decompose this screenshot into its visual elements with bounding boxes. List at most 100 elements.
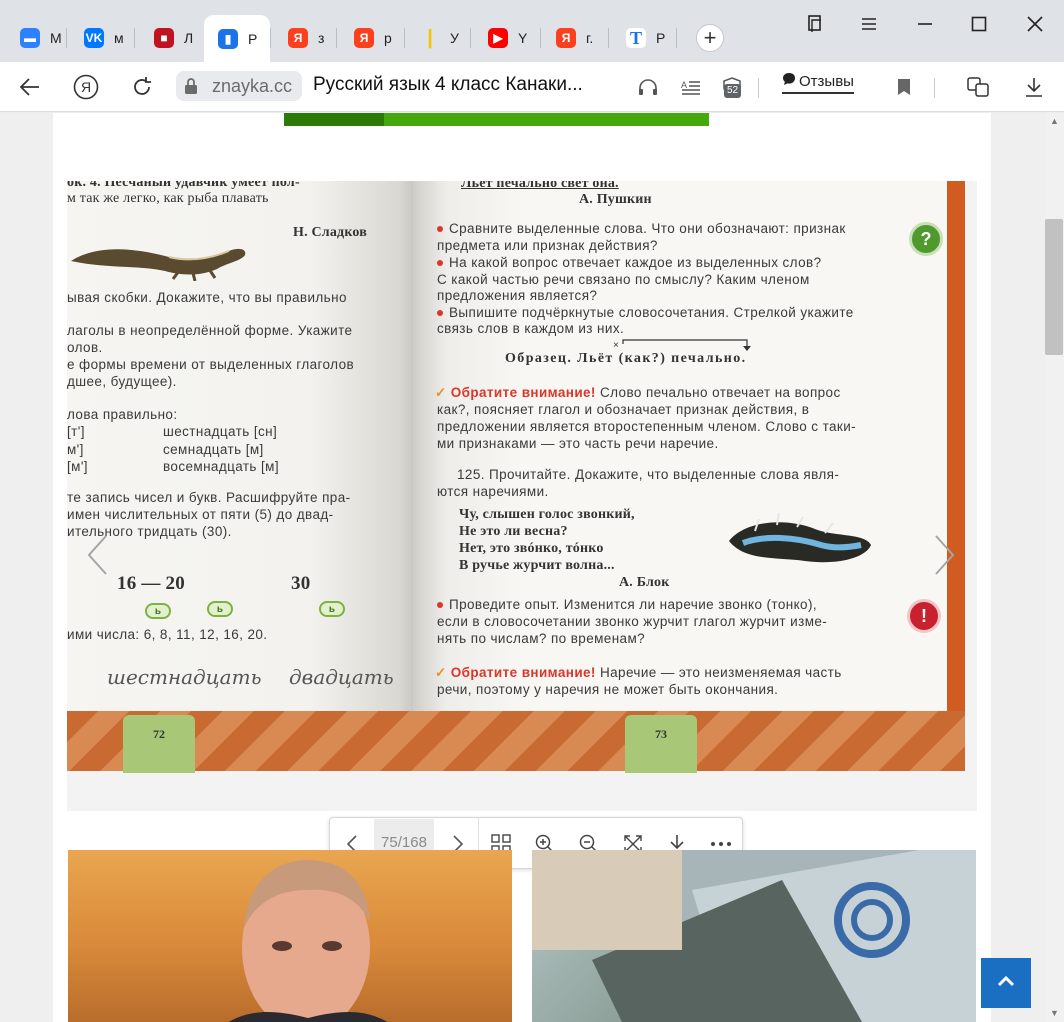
tab-label: У xyxy=(450,30,459,46)
tab-9[interactable]: Яг. xyxy=(542,16,600,60)
tab-4[interactable]: ▮ Р xyxy=(204,15,270,62)
maximize-icon[interactable] xyxy=(964,10,994,38)
tab-2[interactable]: VK м xyxy=(70,16,128,60)
text-line: [т'] xyxy=(67,424,85,439)
text-line: [м'] xyxy=(67,459,88,474)
lizard-illustration xyxy=(69,235,249,282)
reload-icon[interactable] xyxy=(126,72,158,102)
tab-label: г. xyxy=(586,30,594,46)
number-value: 30 xyxy=(291,573,311,594)
soft-sign-badge: ь xyxy=(207,601,233,617)
soft-sign-badge: ь xyxy=(319,601,345,617)
svg-text:×: × xyxy=(613,340,619,351)
headphones-icon[interactable] xyxy=(632,72,664,102)
poem-author: А. Блок xyxy=(619,575,670,590)
tab-label: Р xyxy=(248,30,258,47)
bookmark-icon[interactable] xyxy=(888,72,920,102)
tab-3[interactable]: ■ Л xyxy=(140,16,198,60)
tab-5[interactable]: Яз xyxy=(274,16,332,60)
tab-label: Л xyxy=(184,30,194,46)
text-line: ми признаками — это часть речи наречие. xyxy=(437,436,719,451)
menu-icon[interactable] xyxy=(854,10,884,38)
tab-label: м xyxy=(114,30,124,46)
vk-icon: VK xyxy=(84,28,104,48)
tab-10[interactable]: TР xyxy=(612,16,670,60)
text-line: лаголы в неопределённой форме. Укажите xyxy=(67,323,353,338)
tab-label: Р xyxy=(656,30,666,46)
downloads-icon[interactable] xyxy=(1018,72,1050,102)
prev-page-arrow-icon[interactable] xyxy=(83,531,111,579)
tab-separator xyxy=(676,28,677,48)
warning-check-icon: ✓ xyxy=(435,665,447,680)
text-line: если в словосочетании звонко журчит глаг… xyxy=(437,614,828,629)
text-line: Выпишите подчёркнутые словосочетания. Ст… xyxy=(449,305,854,320)
svg-text:A: A xyxy=(681,80,687,90)
tab-label: М xyxy=(50,30,62,46)
close-icon[interactable] xyxy=(1020,10,1050,38)
scroll-up-arrow-icon[interactable]: ▲ xyxy=(1050,116,1060,126)
page-bottom-decoration xyxy=(67,711,965,771)
text-line: восемнадцать [м] xyxy=(163,459,280,474)
warning-check-icon: ✓ xyxy=(435,385,447,400)
page-title[interactable]: Русский язык 4 класс Канаки... xyxy=(313,74,613,96)
article-card-image[interactable] xyxy=(532,850,976,1022)
text-line: С какой частью речи связано по смыслу? К… xyxy=(437,272,810,287)
text-line: е формы времени от выделенных глаголов xyxy=(67,357,355,372)
youtube-icon: ▶ xyxy=(488,28,508,48)
text-line: На какой вопрос отвечает каждое из выдел… xyxy=(449,255,822,270)
text-line: Н. Сладков xyxy=(293,225,368,240)
reader-mode-icon[interactable]: A xyxy=(675,72,707,102)
next-page-arrow-icon[interactable] xyxy=(931,531,959,579)
tab-label: Y xyxy=(518,30,528,46)
tab-separator xyxy=(134,28,135,48)
minimize-icon[interactable] xyxy=(910,10,940,38)
back-arrow-icon[interactable] xyxy=(14,72,46,102)
tab-label: з xyxy=(318,30,325,46)
poem-line: Чу, слышен голос звонкий, xyxy=(459,507,635,522)
text-line: ими числа: 6, 8, 11, 12, 16, 20. xyxy=(67,627,268,642)
tab-6[interactable]: Яр xyxy=(340,16,398,60)
text-line: нять по числам? по временам? xyxy=(437,631,646,646)
tab-8[interactable]: ▶ Y xyxy=(474,16,532,60)
yandex-logo-icon[interactable]: Я xyxy=(70,72,102,102)
collections-icon[interactable] xyxy=(800,10,830,38)
book-viewer: ок. 4. Песчаный удавчик умеет пол- м так… xyxy=(67,181,977,869)
t-letter-icon: T xyxy=(626,28,646,48)
link-arrow-diagram: × xyxy=(613,338,753,352)
address-domain[interactable]: znayka.cc xyxy=(206,71,302,101)
extensions-count-badge: 52 xyxy=(724,84,742,98)
tab-1[interactable]: ▬ М xyxy=(6,16,64,60)
scroll-to-top-button[interactable] xyxy=(981,958,1031,1008)
book-page-right: Льёт печально свет она. А. Пушкин Сравни… xyxy=(413,181,965,771)
example-line: Образец. Льёт (как?) печально. xyxy=(505,351,747,366)
tab-label: р xyxy=(384,30,392,46)
address-bar: Я znayka.cc Русский язык 4 класс Канаки.… xyxy=(0,62,1064,112)
poem-line: Не это ли весна? xyxy=(459,524,568,539)
chat-bubble-icon: ▬ xyxy=(20,28,40,48)
text-line: А. Пушкин xyxy=(579,192,652,207)
tab-separator xyxy=(404,28,405,48)
tab-7[interactable]: | У xyxy=(406,16,464,60)
text-line: дшее, будущее). xyxy=(67,374,177,389)
divider xyxy=(758,78,759,98)
handwritten-word: двадцать xyxy=(289,665,394,689)
text-line: м'] xyxy=(67,442,84,457)
translate-icon[interactable] xyxy=(962,72,994,102)
page-viewport: ок. 4. Песчаный удавчик умеет пол- м так… xyxy=(0,113,1046,1022)
page-number-right: 73 xyxy=(625,715,697,773)
reviews-button[interactable]: Отзывы xyxy=(782,72,854,94)
bar-icon: | xyxy=(427,26,433,49)
text-line: ются наречиями. xyxy=(437,484,549,499)
lock-icon[interactable] xyxy=(176,71,206,101)
attention-label: Обратите внимание! xyxy=(450,665,596,680)
text-line: предмета или признак действия? xyxy=(437,238,658,253)
scroll-down-arrow-icon[interactable]: ▼ xyxy=(1050,1008,1060,1018)
text-line: речи, поэтому у наречия не может быть ок… xyxy=(437,682,779,697)
scrollbar-thumb[interactable] xyxy=(1045,219,1063,355)
page-content: ок. 4. Песчаный удавчик умеет пол- м так… xyxy=(53,113,1031,1022)
article-card-image[interactable] xyxy=(68,850,512,1022)
new-tab-button[interactable]: + xyxy=(696,24,724,52)
tab-separator xyxy=(66,28,67,48)
text-line: предложения является? xyxy=(437,288,598,303)
bullet-dot xyxy=(437,226,443,233)
